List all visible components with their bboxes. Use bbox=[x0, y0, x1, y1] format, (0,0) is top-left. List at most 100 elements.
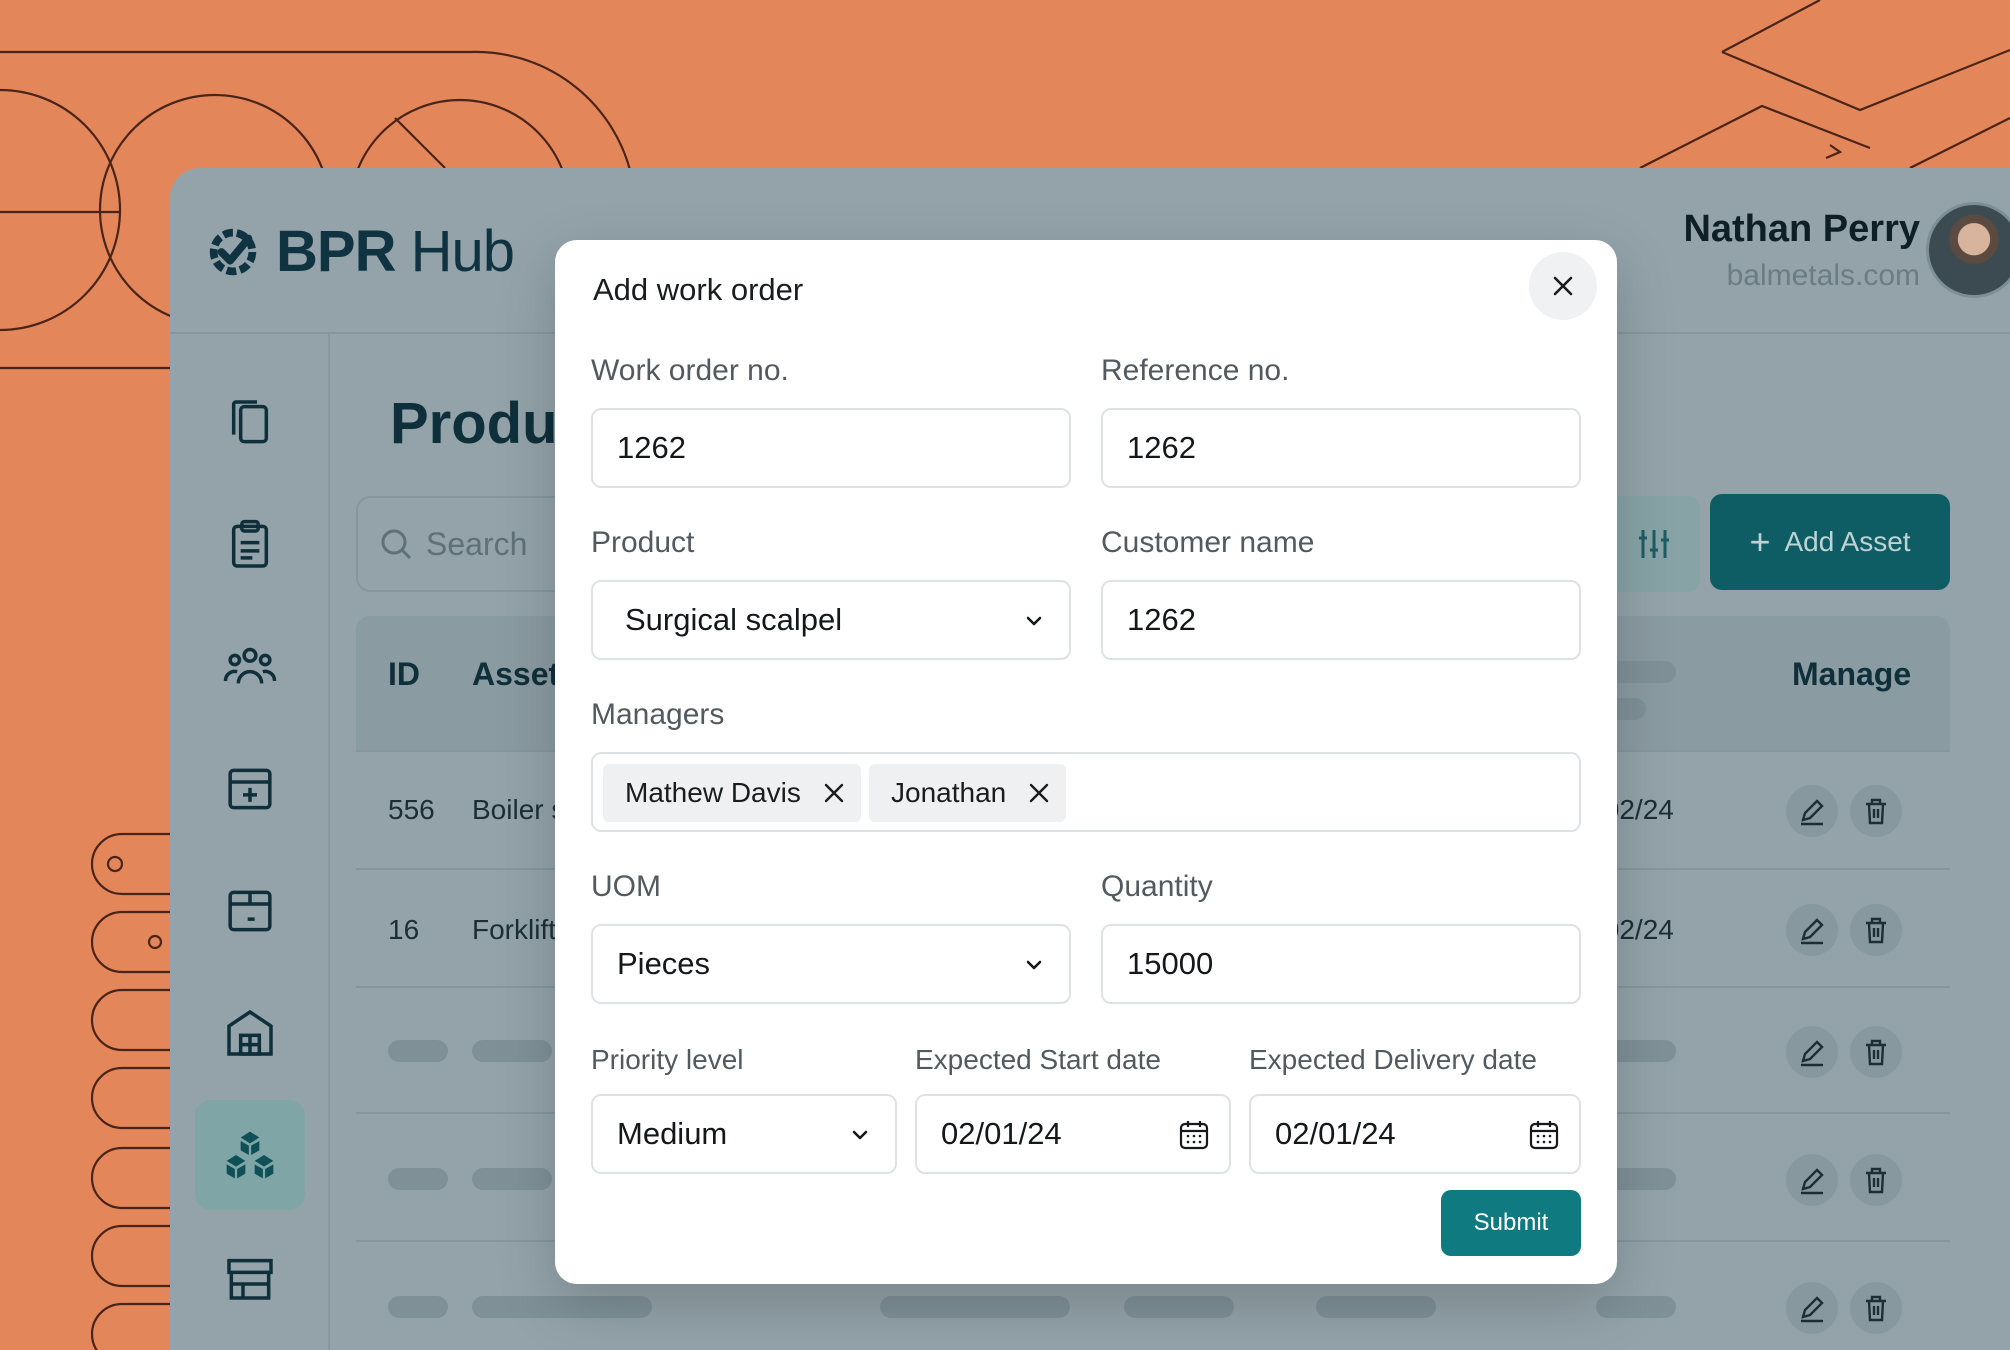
sidebar-item-box-add[interactable] bbox=[195, 734, 305, 844]
pencil-icon bbox=[1801, 799, 1824, 826]
quantity-input[interactable]: 15000 bbox=[1101, 924, 1581, 1004]
edit-button[interactable] bbox=[1786, 785, 1838, 837]
logo: BPR Hub bbox=[204, 218, 515, 285]
delete-button[interactable] bbox=[1850, 1282, 1902, 1334]
delete-button[interactable] bbox=[1850, 904, 1902, 956]
priority-label: Priority level bbox=[591, 1044, 744, 1075]
chevron-down-icon bbox=[852, 1130, 868, 1140]
work-order-input[interactable]: 1262 bbox=[591, 408, 1071, 488]
column-header-asset[interactable]: Asset bbox=[472, 656, 559, 693]
sidebar-item-documents[interactable] bbox=[195, 368, 305, 478]
delivery-date-input[interactable]: 02/01/24 bbox=[1249, 1094, 1581, 1174]
reference-input[interactable]: 1262 bbox=[1101, 408, 1581, 488]
add-work-order-modal: Add work order Work order no. 1262 Refer… bbox=[555, 240, 1617, 1284]
trash-icon bbox=[1866, 1167, 1886, 1194]
sidebar-item-store[interactable] bbox=[195, 1222, 305, 1332]
row-asset: Forklift bbox=[472, 914, 556, 945]
logo-text-bold: BPR bbox=[276, 219, 396, 284]
close-button[interactable] bbox=[1529, 252, 1597, 320]
start-date-value: 02/01/24 bbox=[941, 1116, 1062, 1151]
edit-button[interactable] bbox=[1786, 1154, 1838, 1206]
search-icon bbox=[381, 529, 412, 560]
user-email: balmetals.com bbox=[1726, 259, 1920, 292]
reference-label: Reference no. bbox=[1101, 354, 1290, 387]
calendar-icon[interactable] bbox=[1177, 1118, 1211, 1152]
row-asset: Boiler s bbox=[472, 794, 566, 825]
trash-icon bbox=[1866, 798, 1886, 825]
user-info: Nathan Perry balmetals.com bbox=[1683, 208, 1920, 293]
placeholder-pill bbox=[472, 1296, 652, 1318]
remove-tag-icon[interactable] bbox=[1028, 782, 1050, 804]
delete-button[interactable] bbox=[1850, 1154, 1902, 1206]
chevron-down-icon bbox=[1026, 960, 1042, 970]
customer-value: 1262 bbox=[1127, 602, 1196, 637]
delete-button[interactable] bbox=[1850, 785, 1902, 837]
manager-tag: Mathew Davis bbox=[603, 764, 861, 822]
pencil-icon bbox=[1801, 1168, 1824, 1195]
start-date-label: Expected Start date bbox=[915, 1044, 1161, 1075]
uom-label: UOM bbox=[591, 870, 661, 903]
placeholder-pill bbox=[1124, 1296, 1234, 1318]
add-asset-label: Add Asset bbox=[1784, 526, 1911, 557]
product-select[interactable]: Surgical scalpel bbox=[591, 580, 1071, 660]
trash-icon bbox=[1866, 1039, 1886, 1066]
products-icon bbox=[226, 1131, 274, 1179]
sidebar-item-products[interactable] bbox=[195, 1100, 305, 1210]
uom-value: Pieces bbox=[617, 946, 711, 981]
add-asset-button[interactable]: + Add Asset bbox=[1710, 494, 1950, 590]
sidebar-item-users[interactable] bbox=[195, 612, 305, 722]
column-header-manage: Manage bbox=[1792, 656, 1912, 692]
trash-icon bbox=[1866, 1295, 1886, 1322]
logo-text-light: Hub bbox=[410, 219, 515, 284]
priority-value: Medium bbox=[617, 1116, 728, 1151]
sliders-icon bbox=[1639, 530, 1669, 558]
warehouse-icon bbox=[227, 1009, 273, 1056]
store-icon bbox=[227, 1258, 273, 1300]
user-name: Nathan Perry bbox=[1683, 208, 1920, 250]
placeholder-pill bbox=[388, 1168, 448, 1190]
sidebar-item-clipboard[interactable] bbox=[195, 490, 305, 600]
quantity-value: 15000 bbox=[1127, 946, 1214, 981]
plus-icon: + bbox=[1749, 521, 1771, 562]
customer-label: Customer name bbox=[1101, 526, 1315, 559]
calendar-icon[interactable] bbox=[1527, 1118, 1561, 1152]
product-value: Surgical scalpel bbox=[625, 602, 843, 637]
work-order-value: 1262 bbox=[617, 430, 686, 465]
managers-label: Managers bbox=[591, 698, 725, 731]
start-date-input[interactable]: 02/01/24 bbox=[915, 1094, 1231, 1174]
close-icon bbox=[1553, 276, 1573, 296]
users-icon bbox=[223, 647, 277, 684]
search-input[interactable]: Search bbox=[356, 496, 576, 592]
row-id: 16 bbox=[388, 914, 420, 945]
avatar[interactable] bbox=[1926, 202, 2010, 298]
search-placeholder: Search bbox=[426, 525, 528, 562]
manager-tag-label: Jonathan bbox=[891, 777, 1007, 808]
reference-value: 1262 bbox=[1127, 430, 1196, 465]
work-order-label: Work order no. bbox=[591, 354, 789, 387]
uom-select[interactable]: Pieces bbox=[591, 924, 1071, 1004]
edit-button[interactable] bbox=[1786, 1282, 1838, 1334]
filter-button[interactable] bbox=[1608, 496, 1700, 592]
placeholder-pill bbox=[1316, 1296, 1436, 1318]
customer-input[interactable]: 1262 bbox=[1101, 580, 1581, 660]
managers-input[interactable]: Mathew Davis Jonathan bbox=[591, 752, 1581, 832]
priority-select[interactable]: Medium bbox=[591, 1094, 897, 1174]
documents-icon bbox=[231, 400, 269, 444]
delivery-date-value: 02/01/24 bbox=[1275, 1116, 1396, 1151]
delete-button[interactable] bbox=[1850, 1026, 1902, 1078]
edit-button[interactable] bbox=[1786, 904, 1838, 956]
box-remove-icon bbox=[228, 890, 272, 932]
column-header-id[interactable]: ID bbox=[388, 656, 420, 693]
sidebar-item-warehouse[interactable] bbox=[195, 978, 305, 1088]
quantity-label: Quantity bbox=[1101, 870, 1213, 903]
sidebar-item-box-remove[interactable] bbox=[195, 856, 305, 966]
modal-title: Add work order bbox=[593, 272, 804, 307]
placeholder-pill bbox=[388, 1296, 448, 1318]
chevron-down-icon bbox=[1026, 616, 1042, 626]
manager-tag-label: Mathew Davis bbox=[625, 777, 801, 808]
remove-tag-icon[interactable] bbox=[823, 782, 845, 804]
edit-button[interactable] bbox=[1786, 1026, 1838, 1078]
submit-button[interactable]: Submit bbox=[1441, 1190, 1581, 1256]
trash-icon bbox=[1866, 917, 1886, 944]
clipboard-icon bbox=[231, 519, 269, 568]
